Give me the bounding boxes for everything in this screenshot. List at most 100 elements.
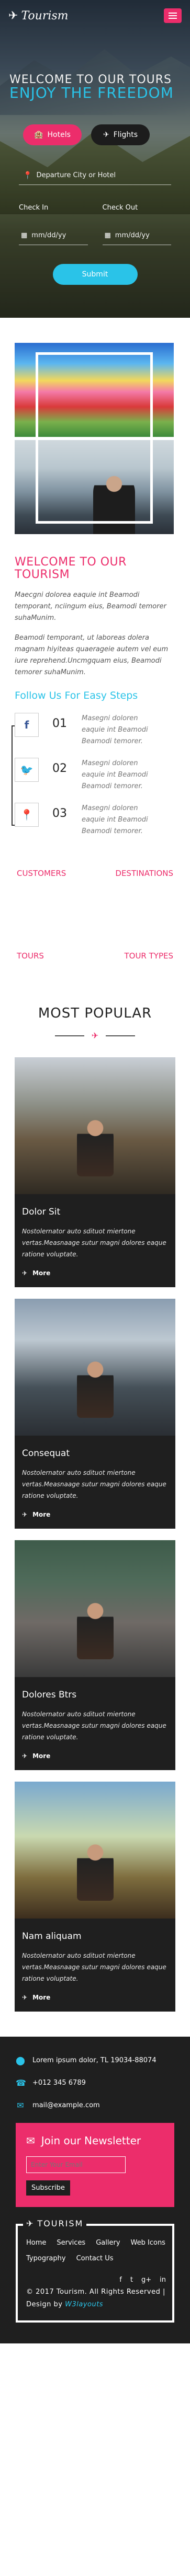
card-text: Nostolernator auto sdituot miertone vert…: [22, 1952, 166, 1982]
copyright: © 2017 Tourism. All Rights Reserved | De…: [26, 2288, 165, 2308]
steps-list: f 01 Masegni doloren eaquie int Beamodi …: [12, 713, 175, 837]
link-destinations[interactable]: DESTINATIONS: [115, 869, 173, 878]
card-image: [15, 1299, 175, 1436]
plane-icon: ✈: [91, 1031, 99, 1041]
hamburger-icon[interactable]: [164, 8, 182, 23]
navbar: ✈ Tourism: [0, 0, 190, 31]
tab-hotels[interactable]: 🏨 Hotels: [23, 124, 82, 145]
facebook-icon[interactable]: f: [15, 713, 39, 737]
popular-card: Nam aliquam Nostolernator auto sdituot m…: [15, 1782, 175, 2012]
plane-icon: ✈: [22, 1511, 28, 1518]
card-image: [15, 1540, 175, 1677]
card-title: Dolores Btrs: [22, 1690, 77, 1700]
flight-icon: ✈: [103, 131, 109, 139]
google-plus-icon[interactable]: g+: [141, 2276, 151, 2284]
about-heading: WELCOME TO OUR TOURISM: [15, 556, 127, 581]
about-paragraph-1: Maecgni dolorea eaquie int Beamodi tempo…: [15, 591, 166, 622]
heading-ornament: ✈: [0, 1031, 190, 1041]
mail-icon: ✉: [17, 2100, 24, 2110]
popular-card: Consequat Nostolernator auto sdituot mie…: [15, 1299, 175, 1529]
check-out-date-input[interactable]: ▦ mm/dd/yy: [102, 226, 171, 245]
steps-heading: Follow Us For Easy Steps: [15, 690, 138, 701]
contact-address: ⬤ Lorem ipsum dolor, TL 19034-88074: [16, 2055, 157, 2065]
facebook-icon[interactable]: f: [119, 2276, 122, 2284]
step-item: 🐦 02 Masegni doloren eaquie int Beamodi …: [15, 758, 175, 792]
brand-name: Tourism: [21, 9, 69, 22]
link-customers[interactable]: CUSTOMERS: [17, 869, 66, 878]
calendar-icon: ▦: [21, 232, 28, 239]
newsletter-email-input[interactable]: [26, 2156, 126, 2173]
hotel-icon: 🏨: [34, 131, 43, 139]
check-in-label: Check In: [19, 204, 49, 212]
footer-link-home[interactable]: Home: [26, 2237, 46, 2249]
footer-link-contact[interactable]: Contact Us: [76, 2253, 114, 2265]
more-link[interactable]: ✈ More: [22, 1752, 168, 1760]
subscribe-button[interactable]: Subscribe: [26, 2180, 70, 2196]
brand-logo[interactable]: ✈ Tourism: [8, 9, 69, 22]
phone-icon: ☎: [16, 2078, 26, 2088]
location-icon: ⬤: [16, 2055, 25, 2065]
credit-link[interactable]: W3layouts: [65, 2301, 103, 2308]
most-popular-section: MOST POPULAR ✈ Dolor Sit Nostolernator a…: [0, 1006, 190, 2012]
hero-title: WELCOME TO OUR TOURS ENJOY THE FREEDOM: [9, 73, 185, 101]
card-title: Consequat: [22, 1448, 70, 1459]
linkedin-icon[interactable]: in: [160, 2276, 166, 2284]
footer-box: ✈ TOURISM Home Services Gallery Web Icon…: [16, 2219, 174, 2323]
footer-link-typography[interactable]: Typography: [26, 2253, 66, 2265]
popular-heading: MOST POPULAR: [38, 1006, 152, 1021]
plane-icon: ✈: [22, 1994, 28, 2001]
contact-email[interactable]: ✉ mail@example.com: [16, 2100, 174, 2110]
about-section: WELCOME TO OUR TOURISM Maecgni dolorea e…: [0, 318, 190, 837]
newsletter-box: ✉ Join our Newsletter Subscribe: [16, 2123, 174, 2207]
popular-cards: Dolor Sit Nostolernator auto sdituot mie…: [0, 1057, 190, 2012]
category-links: CUSTOMERS DESTINATIONS TOURS TOUR TYPES: [0, 869, 190, 961]
booking-tabs: 🏨 Hotels ✈ Flights: [23, 124, 150, 145]
plane-icon: ✈: [26, 2219, 35, 2228]
plane-icon: ✈: [22, 1269, 28, 1277]
card-image: [15, 1782, 175, 1919]
map-pin-icon: 📍: [23, 171, 32, 180]
footer-link-services[interactable]: Services: [57, 2237, 85, 2249]
booking-form: 📍 Departure City or Hotel Check In ▦ mm/…: [19, 166, 171, 285]
newsletter-title: Join our Newsletter: [41, 2134, 141, 2147]
card-text: Nostolernator auto sdituot miertone vert…: [22, 1469, 166, 1499]
card-text: Nostolernator auto sdituot miertone vert…: [22, 1228, 166, 1258]
hero-title-line2: ENJOY THE FREEDOM: [9, 84, 174, 101]
submit-button[interactable]: Submit: [52, 264, 138, 285]
link-tour-types[interactable]: TOUR TYPES: [124, 951, 173, 961]
twitter-icon[interactable]: 🐦: [15, 758, 39, 782]
check-in-date-input[interactable]: ▦ mm/dd/yy: [19, 226, 88, 245]
page: ✈ Tourism WELCOME TO OUR TOURS ENJOY THE…: [0, 0, 190, 2343]
link-tours[interactable]: TOURS: [17, 951, 44, 961]
tab-flights[interactable]: ✈ Flights: [91, 124, 150, 145]
social-links: f t g+ in: [26, 2276, 166, 2284]
more-link[interactable]: ✈ More: [22, 1511, 168, 1518]
hero-section: ✈ Tourism WELCOME TO OUR TOURS ENJOY THE…: [0, 0, 190, 318]
popular-card: Dolor Sit Nostolernator auto sdituot mie…: [15, 1057, 175, 1287]
footer-nav: Home Services Gallery Web Icons Typograp…: [26, 2237, 166, 2265]
plane-icon: ✈: [8, 9, 18, 22]
footer-brand[interactable]: ✈ TOURISM: [23, 2219, 87, 2228]
step-item: f 01 Masegni doloren eaquie int Beamodi …: [15, 713, 175, 747]
contact-phone: ☎ +012 345 6789: [16, 2078, 86, 2088]
card-text: Nostolernator auto sdituot miertone vert…: [22, 1711, 166, 1741]
map-pin-icon[interactable]: 📍: [15, 803, 39, 827]
footer-link-web-icons[interactable]: Web Icons: [131, 2237, 165, 2249]
card-title: Dolor Sit: [22, 1207, 61, 1217]
more-link[interactable]: ✈ More: [22, 1994, 168, 2001]
destination-field[interactable]: 📍 Departure City or Hotel: [19, 166, 171, 185]
plane-icon: ✈: [22, 1752, 28, 1760]
footer-link-gallery[interactable]: Gallery: [96, 2237, 120, 2249]
check-out-label: Check Out: [102, 204, 138, 212]
card-image: [15, 1057, 175, 1194]
mail-icon: ✉: [26, 2134, 35, 2147]
popular-card: Dolores Btrs Nostolernator auto sdituot …: [15, 1540, 175, 1770]
more-link[interactable]: ✈ More: [22, 1269, 168, 1277]
twitter-icon[interactable]: t: [130, 2276, 133, 2284]
about-images: [15, 343, 174, 534]
step-item: 📍 03 Masegni doloren eaquie int Beamodi …: [15, 803, 175, 837]
about-paragraph-2: Beamodi temporant, ut laboreas dolera ma…: [15, 634, 169, 676]
calendar-icon: ▦: [104, 232, 111, 239]
contact-footer: ⬤ Lorem ipsum dolor, TL 19034-88074 ☎ +0…: [0, 2037, 190, 2343]
card-title: Nam aliquam: [22, 1931, 82, 1942]
